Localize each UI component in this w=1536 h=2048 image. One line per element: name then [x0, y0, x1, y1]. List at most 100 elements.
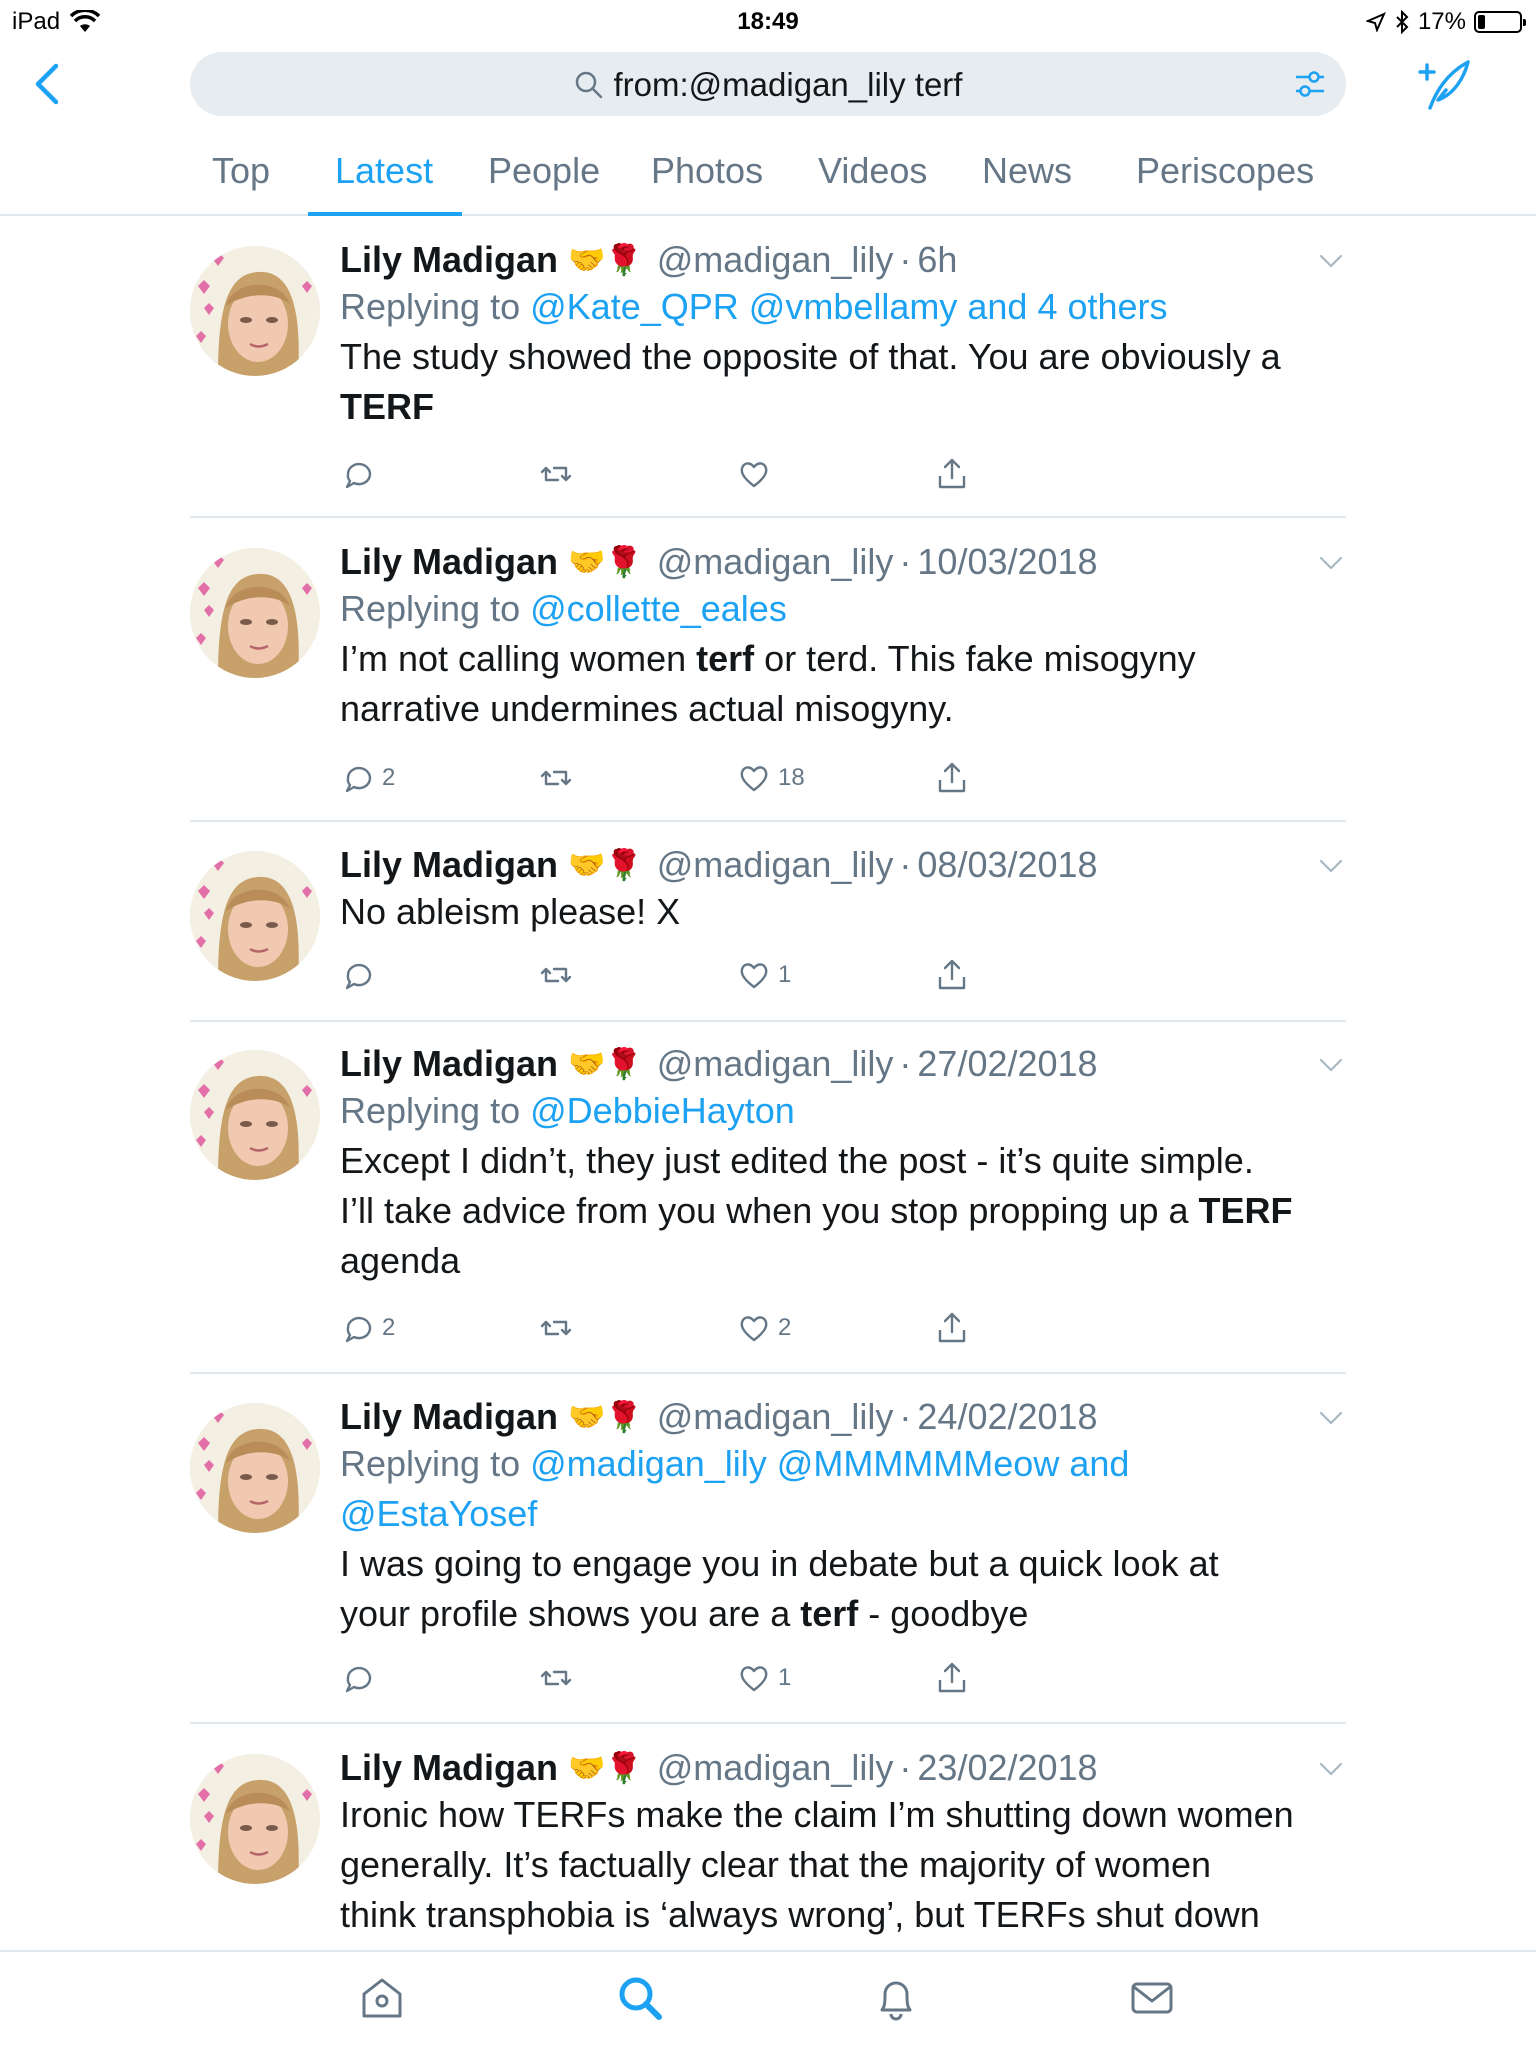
author-handle[interactable]: @madigan_lily — [657, 1043, 894, 1085]
mention-link[interactable]: @EstaYosef — [340, 1493, 537, 1534]
chevron-down-icon[interactable] — [1316, 1754, 1346, 1784]
avatar[interactable] — [190, 851, 320, 981]
author-handle[interactable]: @madigan_lily — [657, 239, 894, 281]
notifications-icon[interactable] — [872, 1974, 920, 2022]
retweet-button[interactable] — [538, 1660, 574, 1696]
author-name[interactable]: Lily Madigan — [340, 844, 558, 886]
mention-link[interactable]: @collette_eales — [530, 588, 787, 629]
share-button[interactable] — [934, 1660, 970, 1696]
retweet-button[interactable] — [538, 760, 574, 796]
tweet-divider — [190, 820, 1346, 822]
reply-button[interactable]: 2 — [340, 760, 395, 796]
tweet-text-segment: Except I didn’t, they just edited the po… — [340, 1140, 1254, 1181]
author-handle[interactable]: @madigan_lily — [657, 844, 894, 886]
avatar[interactable] — [190, 1754, 320, 1884]
reply-button[interactable] — [340, 957, 376, 993]
author-handle[interactable]: @madigan_lily — [657, 541, 894, 583]
chevron-down-icon[interactable] — [1316, 548, 1346, 578]
like-button[interactable]: 18 — [736, 760, 805, 796]
like-count: 1 — [778, 961, 792, 988]
avatar[interactable] — [190, 1050, 320, 1180]
search-nav-icon[interactable] — [616, 1974, 664, 2022]
reply-button[interactable] — [340, 1660, 376, 1696]
tab-people[interactable]: People — [488, 150, 600, 192]
tab-videos[interactable]: Videos — [818, 150, 927, 192]
mention-link[interactable]: @madigan_lily — [530, 1443, 767, 1484]
tweet-timestamp[interactable]: 6h — [917, 239, 957, 281]
tab-periscopes[interactable]: Periscopes — [1136, 150, 1314, 192]
mention-link[interactable]: @DebbieHayton — [530, 1090, 795, 1131]
mention-link[interactable]: @MMMMMMeow — [777, 1443, 1060, 1484]
tweet-text-segment: your profile shows you are a — [340, 1593, 801, 1634]
share-button[interactable] — [934, 957, 970, 993]
like-button[interactable]: 1 — [736, 957, 791, 993]
tweet-actions: 22 — [340, 1310, 1340, 1354]
avatar[interactable] — [190, 246, 320, 376]
bluetooth-icon — [1396, 10, 1409, 34]
author-handle[interactable]: @madigan_lily — [657, 1747, 894, 1789]
search-query: from:@madigan_lily terf — [613, 66, 963, 103]
tweet-actions: 2 18 — [340, 760, 1340, 804]
tweet-timestamp[interactable]: 08/03/2018 — [917, 844, 1097, 886]
mention-link[interactable]: and 4 others — [967, 286, 1167, 327]
tweet-timestamp[interactable]: 23/02/2018 — [917, 1747, 1097, 1789]
tweet-timestamp[interactable]: 27/02/2018 — [917, 1043, 1097, 1085]
tweet-actions: 1 — [340, 957, 1340, 1001]
share-button[interactable] — [934, 456, 970, 492]
mention-link[interactable]: and — [1069, 1443, 1129, 1484]
compose-tweet-icon[interactable] — [1416, 58, 1472, 110]
chevron-down-icon[interactable] — [1316, 1050, 1346, 1080]
tweet-text-segment: narrative undermines actual misogyny. — [340, 688, 954, 729]
mention-link[interactable]: @vmbellamy — [749, 286, 958, 327]
clock: 18:49 — [737, 8, 799, 35]
tab-latest[interactable]: Latest — [335, 150, 433, 192]
reply-count: 2 — [382, 764, 396, 791]
replying-to-label: Replying to — [340, 286, 521, 327]
chevron-down-icon[interactable] — [1316, 246, 1346, 276]
filter-icon[interactable] — [1292, 66, 1328, 102]
tab-photos[interactable]: Photos — [651, 150, 763, 192]
heart-icon — [740, 766, 768, 792]
home-icon[interactable] — [358, 1974, 406, 2022]
tab-news[interactable]: News — [982, 150, 1072, 192]
tweet-actions: 1 — [340, 1660, 1340, 1704]
chevron-down-icon[interactable] — [1316, 851, 1346, 881]
share-button[interactable] — [934, 760, 970, 796]
tab-top[interactable]: Top — [212, 150, 270, 192]
share-icon — [938, 458, 966, 489]
author-name[interactable]: Lily Madigan — [340, 1396, 558, 1438]
location-icon — [1365, 12, 1386, 32]
chevron-down-icon[interactable] — [1316, 1403, 1346, 1433]
like-button[interactable]: 2 — [736, 1310, 791, 1346]
mention-link[interactable]: @Kate_QPR — [530, 286, 739, 327]
battery-icon — [1474, 11, 1526, 33]
like-button[interactable]: 1 — [736, 1660, 791, 1696]
author-name[interactable]: Lily Madigan — [340, 1747, 558, 1789]
author-emoji: 🤝🌹 — [568, 848, 643, 882]
tweet-header: Lily Madigan 🤝🌹 @madigan_lily · 10/03/2018 — [340, 540, 1340, 584]
tweet-timestamp[interactable]: 24/02/2018 — [917, 1396, 1097, 1438]
search-input[interactable]: from:@madigan_lily terf — [190, 52, 1346, 116]
back-chevron-icon[interactable] — [28, 60, 68, 108]
share-icon — [938, 1312, 966, 1343]
author-name[interactable]: Lily Madigan — [340, 239, 558, 281]
like-count: 1 — [778, 1664, 792, 1691]
retweet-button[interactable] — [538, 1310, 574, 1346]
reply-button[interactable]: 2 — [340, 1310, 395, 1346]
tweet-text: I’m not calling women terf or terd. This… — [340, 634, 1340, 734]
author-handle[interactable]: @madigan_lily — [657, 1396, 894, 1438]
tweet-header: Lily Madigan 🤝🌹 @madigan_lily · 24/02/2018 — [340, 1395, 1340, 1439]
avatar[interactable] — [190, 548, 320, 678]
author-name[interactable]: Lily Madigan — [340, 541, 558, 583]
retweet-button[interactable] — [538, 456, 574, 492]
tweet-timestamp[interactable]: 10/03/2018 — [917, 541, 1097, 583]
share-button[interactable] — [934, 1310, 970, 1346]
messages-icon[interactable] — [1128, 1974, 1176, 2022]
author-emoji: 🤝🌹 — [568, 1047, 643, 1081]
tweet-text-segment: agenda — [340, 1240, 461, 1281]
avatar[interactable] — [190, 1403, 320, 1533]
reply-button[interactable] — [340, 456, 376, 492]
author-name[interactable]: Lily Madigan — [340, 1043, 558, 1085]
retweet-button[interactable] — [538, 957, 574, 993]
like-button[interactable] — [736, 456, 772, 492]
